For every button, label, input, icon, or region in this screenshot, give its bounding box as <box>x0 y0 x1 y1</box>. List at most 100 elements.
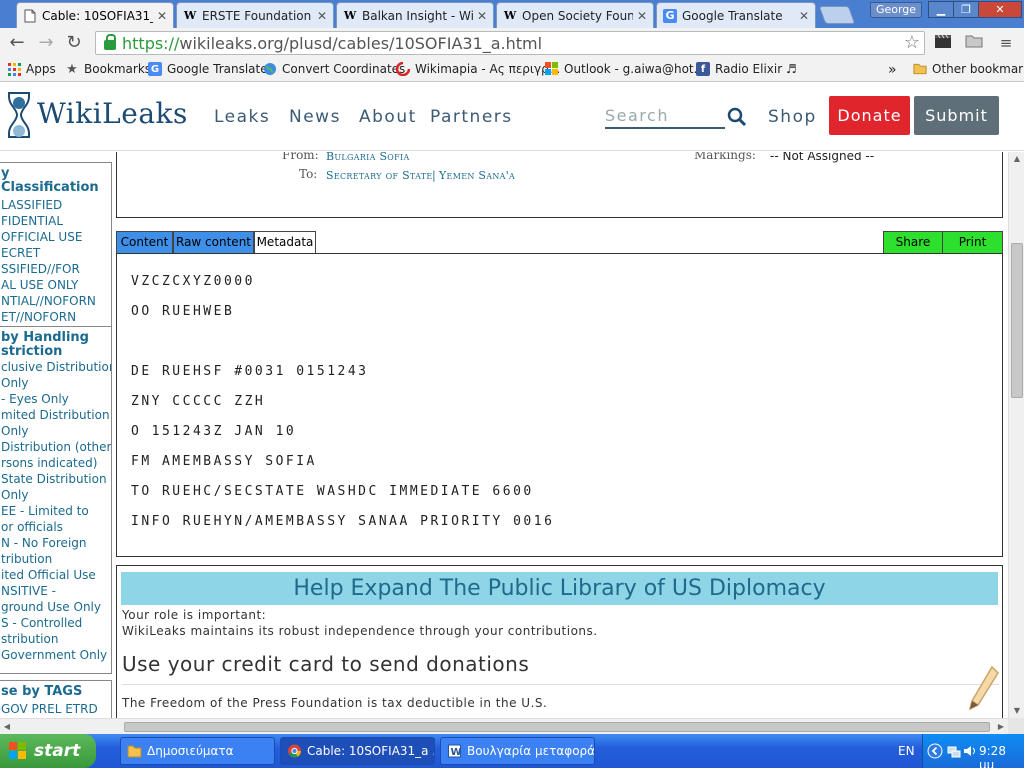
taskbar-item-word[interactable]: W Βουλγαρία μεταφορά ... <box>440 737 595 765</box>
tray-chevron-icon[interactable] <box>927 743 943 759</box>
language-indicator[interactable]: EN <box>898 744 915 758</box>
sidebar-link[interactable]: EE - Limited to <box>0 503 111 519</box>
sidebar-link[interactable]: clusive Distribution <box>0 359 111 375</box>
sidebar-link[interactable]: AL USE ONLY <box>0 277 111 293</box>
pencil-icon[interactable] <box>966 665 1000 715</box>
profile-badge[interactable]: George <box>870 2 922 18</box>
nav-partners[interactable]: Partners <box>430 107 513 127</box>
scroll-up-arrow-icon[interactable]: ▲ <box>1009 152 1024 166</box>
sidebar-link[interactable]: NSITIVE - <box>0 583 111 599</box>
sidebar-link[interactable]: S - Controlled <box>0 615 111 631</box>
tab-metadata[interactable]: Metadata <box>254 231 316 254</box>
sidebar-link[interactable]: ited Official Use <box>0 567 111 583</box>
donate-button[interactable]: Donate <box>829 96 910 135</box>
nav-news[interactable]: News <box>289 107 341 127</box>
browser-tab-balkan[interactable]: W Balkan Insight - Wikipe ✕ <box>336 2 494 28</box>
bookmark-convert-coordinates[interactable]: Convert Coordinates <box>263 62 405 76</box>
reload-icon[interactable]: ↻ <box>63 32 85 54</box>
sidebar-link[interactable]: rsons indicated) <box>0 455 111 471</box>
horizontal-scrollbar[interactable]: ◀ ▶ <box>0 718 1008 734</box>
sidebar-link[interactable]: mited Distribution <box>0 407 111 423</box>
sidebar-link[interactable]: GOV PREL ETRD <box>0 701 111 717</box>
to-link-secstate[interactable]: Secretary of State <box>326 169 433 182</box>
bookmark-radio-elixir[interactable]: f Radio Elixir ♬ <box>696 62 797 76</box>
sidebar-link[interactable]: State Distribution <box>0 471 111 487</box>
folder-icon <box>127 745 142 758</box>
sidebar-link[interactable]: - Eyes Only <box>0 391 111 407</box>
vertical-scrollbar[interactable]: ▲ ▼ <box>1008 152 1024 718</box>
print-button[interactable]: Print <box>942 231 1003 254</box>
close-icon[interactable]: ✕ <box>317 9 327 23</box>
sidebar-link[interactable]: Only <box>0 375 111 391</box>
sidebar-link[interactable]: N - No Foreign <box>0 535 111 551</box>
browser-tab-open-society[interactable]: W Open Society Foundat ✕ <box>496 2 654 28</box>
clapper-extension-icon[interactable] <box>933 33 953 53</box>
address-bar[interactable]: https://wikileaks.org/plusd/cables/10SOF… <box>95 31 925 55</box>
search-icon[interactable] <box>727 107 747 127</box>
nav-about[interactable]: About <box>359 107 417 127</box>
horizontal-scroll-thumb[interactable] <box>124 722 990 732</box>
browser-tab-google-translate[interactable]: G Google Translate ✕ <box>656 2 816 28</box>
volume-icon[interactable] <box>963 744 977 758</box>
help-independence-text: WikiLeaks maintains its robust independe… <box>122 624 598 638</box>
sidebar-link[interactable]: Only <box>0 423 111 439</box>
sidebar-link[interactable]: SSIFIED//FOR <box>0 261 111 277</box>
close-icon[interactable]: ✕ <box>157 9 167 23</box>
browser-tab-erste[interactable]: W ERSTE Foundation - W ✕ <box>176 2 334 28</box>
sidebar-link[interactable]: ground Use Only <box>0 599 111 615</box>
site-logo[interactable]: WikiLeaks <box>37 97 188 130</box>
network-icon[interactable] <box>947 744 961 758</box>
bookmark-apps[interactable]: Apps <box>7 62 56 76</box>
sidebar-link[interactable]: ET//NOFORN <box>0 309 111 325</box>
sidebar-link[interactable]: Distribution (other <box>0 439 111 455</box>
sidebar-link[interactable]: NTIAL//NOFORN <box>0 293 111 309</box>
bookmark-google-translate[interactable]: G Google Translate <box>148 62 268 76</box>
to-link-yemen[interactable]: Yemen Sana'a <box>439 169 515 182</box>
taskbar-item-chrome[interactable]: Cable: 10SOFIA31_a ... <box>280 737 435 765</box>
bookmark-outlook[interactable]: Outlook - g.aiwa@hot... <box>545 62 705 76</box>
sidebar-link[interactable]: OFFICIAL USE <box>0 229 111 245</box>
tab-raw-content[interactable]: Raw content <box>173 231 254 254</box>
wikipedia-w-icon: W <box>343 9 357 22</box>
scroll-down-arrow-icon[interactable]: ▼ <box>1009 704 1024 718</box>
new-tab-button[interactable] <box>818 6 856 24</box>
bookmark-wikimapia[interactable]: Wikimapia - Ας περιγρ... <box>396 62 560 76</box>
menu-icon[interactable]: ≡ <box>996 33 1016 53</box>
from-link[interactable]: Bulgaria Sofia <box>326 152 410 163</box>
sidebar-link[interactable]: or officials <box>0 519 111 535</box>
sidebar-link[interactable]: Government Only <box>0 647 111 663</box>
clock[interactable]: 9:28 μμ <box>979 744 1024 768</box>
restore-button[interactable]: ❐ <box>953 1 979 18</box>
back-arrow-icon[interactable]: ← <box>6 32 28 54</box>
sidebar-link[interactable]: stribution <box>0 631 111 647</box>
browser-tab-cable[interactable]: Cable: 10SOFIA31_a ✕ <box>16 2 174 28</box>
share-button[interactable]: Share <box>883 231 943 254</box>
scroll-left-arrow-icon[interactable]: ◀ <box>0 719 14 735</box>
start-button[interactable]: start <box>0 734 96 768</box>
nav-leaks[interactable]: Leaks <box>214 107 270 127</box>
sidebar-link[interactable]: FIDENTIAL <box>0 213 111 229</box>
minimize-button[interactable]: ▁ <box>928 1 954 18</box>
folder-extension-icon[interactable] <box>964 33 984 53</box>
close-icon[interactable]: ✕ <box>477 9 487 23</box>
submit-button[interactable]: Submit <box>914 96 999 135</box>
close-icon[interactable]: ✕ <box>799 9 809 23</box>
bookmark-other-bookmarks[interactable]: Other bookmarks <box>913 62 1024 76</box>
hourglass-logo-icon[interactable] <box>6 91 32 143</box>
taskbar-item-folder[interactable]: Δημοσιεύματα <box>120 737 275 765</box>
bookmarks-overflow-chevron[interactable]: » <box>888 62 897 78</box>
sidebar-link[interactable]: tribution <box>0 551 111 567</box>
sidebar-link[interactable]: ECRET <box>0 245 111 261</box>
vertical-scroll-thumb[interactable] <box>1011 243 1023 398</box>
sidebar-link[interactable]: LASSIFIED <box>0 197 111 213</box>
scroll-right-arrow-icon[interactable]: ▶ <box>994 719 1008 735</box>
sidebar-link[interactable]: Only <box>0 487 111 503</box>
nav-shop[interactable]: Shop <box>768 107 817 127</box>
search-input[interactable]: Search <box>605 105 725 129</box>
window-close-button[interactable]: ✕ <box>978 1 1022 18</box>
tab-content[interactable]: Content <box>116 231 173 254</box>
close-icon[interactable]: ✕ <box>637 9 647 23</box>
forward-arrow-icon[interactable]: → <box>35 32 57 54</box>
bookmark-bookmarks[interactable]: ★ Bookmarks <box>65 62 151 77</box>
bookmark-star-icon[interactable]: ☆ <box>904 32 920 53</box>
